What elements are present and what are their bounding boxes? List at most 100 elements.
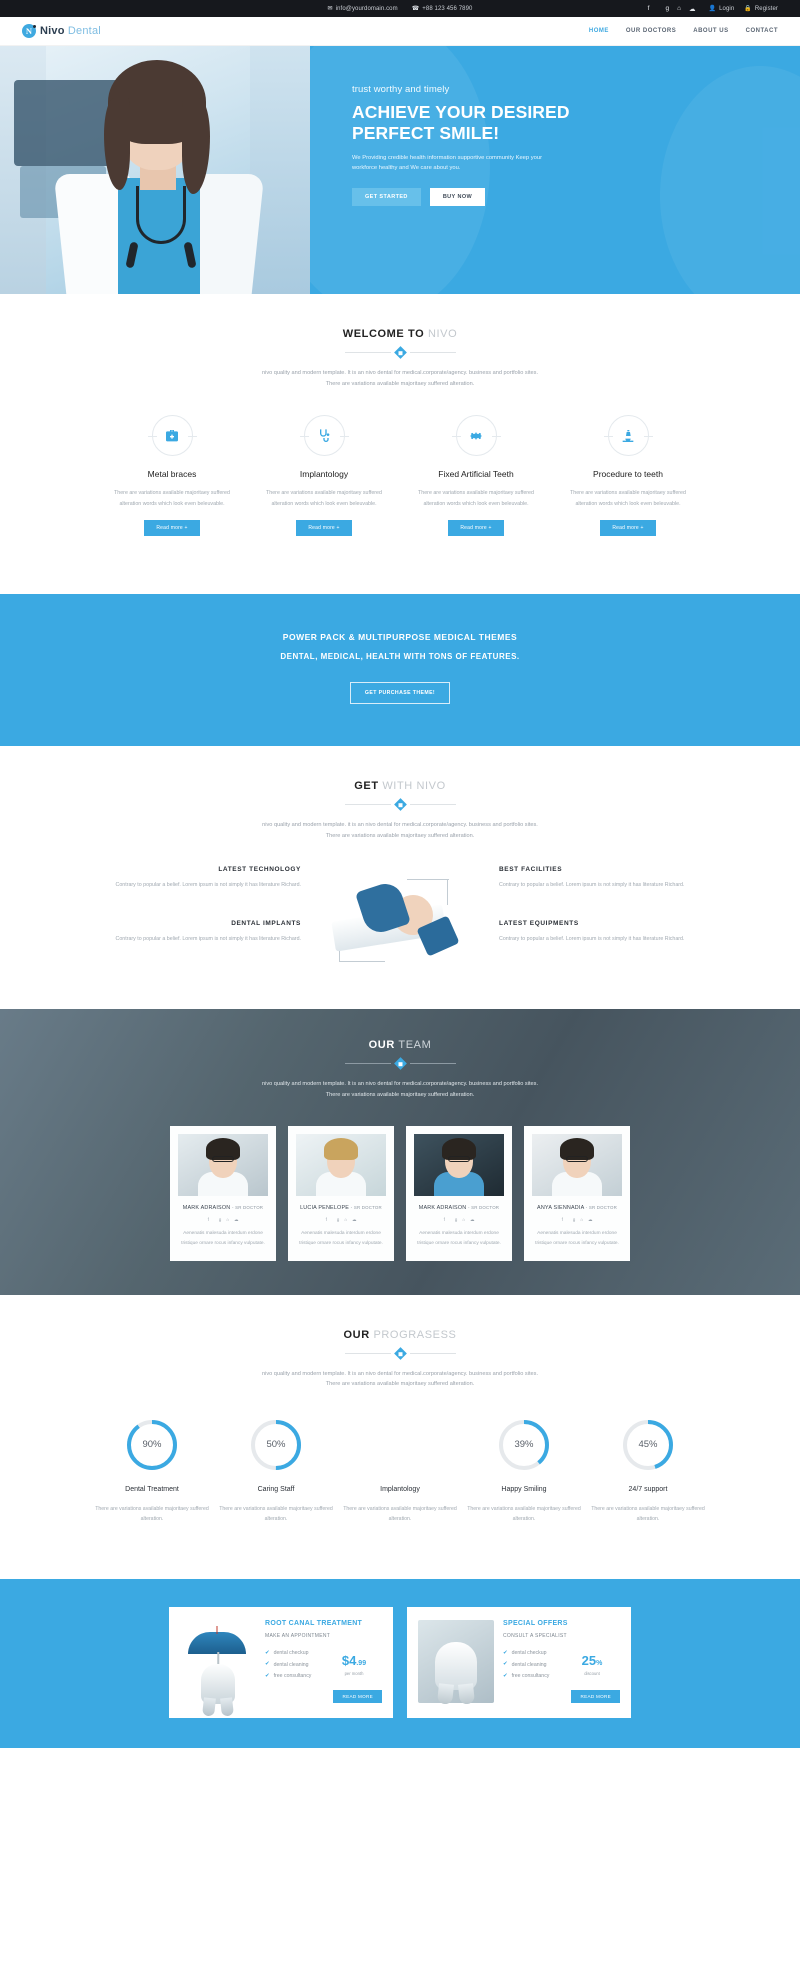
divider-diamond-icon: [393, 346, 407, 359]
discount-value: 25: [581, 1652, 597, 1668]
service-desc: There are variations available majoritae…: [570, 490, 686, 507]
pricing-feature-label: dental checkup: [511, 1649, 547, 1656]
rss-icon[interactable]: ☁: [470, 1217, 474, 1223]
team-member-card[interactable]: MARK ADRAISON - SR DOCTOR f 𝅴 g ⌂ ☁ Aene…: [406, 1126, 512, 1261]
rss-icon[interactable]: ☁: [352, 1217, 356, 1223]
progress-title-light: PROGRASESS: [373, 1328, 457, 1341]
progress-title: OUR PROGRASESS: [0, 1329, 800, 1341]
team-inner: OUR TEAM nivo quality and modern templat…: [0, 1039, 800, 1261]
get-started-button[interactable]: GET STARTED: [352, 188, 421, 207]
phone-icon: ☎: [411, 6, 420, 12]
member-name: LUCIA PENELOPE: [300, 1205, 350, 1212]
service-read-more-button[interactable]: Read more +: [448, 519, 504, 536]
pricing-read-more-button[interactable]: READ MORE: [333, 1690, 382, 1704]
progress-value: 90%: [142, 1439, 162, 1451]
rss-icon[interactable]: ☁: [234, 1217, 238, 1223]
getwith-subtitle-line2: There are variations available majoritae…: [325, 832, 475, 839]
member-photo: [178, 1134, 268, 1197]
linkedin-icon[interactable]: ⌂: [344, 1217, 347, 1223]
contact-phone[interactable]: ☎ +88 123 456 7890: [411, 5, 473, 13]
pricing-row: ✔ dental checkup ✔ dental cleaning ✔ fre…: [265, 1648, 382, 1683]
team-member-card[interactable]: MARK ADRAISON - SR DOCTOR f 𝅴 g ⌂ ☁ Aene…: [170, 1126, 276, 1261]
team-member-card[interactable]: LUCIA PENELOPE - SR DOCTOR f 𝅴 g ⌂ ☁ Aen…: [288, 1126, 394, 1261]
getwith-title: GET WITH NIVO: [0, 780, 800, 792]
service-read-more-button[interactable]: Read more +: [600, 519, 656, 536]
feature-scanner-image: [315, 865, 485, 975]
welcome-title: WELCOME TO NIVO: [0, 328, 800, 340]
glasses-icon: [448, 1156, 470, 1163]
top-bar: ✉ info@yourdomain.com ☎ +88 123 456 7890…: [0, 0, 800, 17]
getwith-title-light: WITH NIVO: [382, 779, 446, 792]
section-divider: [0, 1057, 800, 1071]
linkedin-icon[interactable]: ⌂: [677, 5, 681, 12]
google-plus-icon[interactable]: g: [665, 5, 669, 12]
contact-phone-text: +88 123 456 7890: [422, 5, 473, 12]
divider-line-left: [344, 352, 391, 353]
progress-grid: 90% Dental Treatment There are variations …: [0, 1418, 800, 1525]
nav-item-our-doctors[interactable]: OUR DOCTORS: [626, 28, 676, 34]
facebook-icon[interactable]: f: [648, 5, 650, 12]
team-title-light: TEAM: [398, 1039, 432, 1052]
pricing-amount: $4.99 per month: [326, 1648, 382, 1676]
contact-email-text: info@yourdomain.com: [335, 5, 398, 12]
register-link[interactable]: 🔒 Register: [744, 5, 778, 13]
progress-circle: 39%: [497, 1418, 551, 1472]
member-photo: [532, 1134, 622, 1197]
pricing-read-more-button[interactable]: READ MORE: [571, 1690, 620, 1704]
google-plus-icon[interactable]: g: [455, 1217, 457, 1223]
logo-mark-icon: N: [22, 24, 36, 38]
nav-item-contact[interactable]: CONTACT: [746, 28, 778, 34]
member-name-row: LUCIA PENELOPE - SR DOCTOR: [296, 1205, 386, 1211]
services-grid: Metal braces There are variations availa…: [0, 415, 800, 536]
buy-now-button[interactable]: BUY NOW: [429, 188, 486, 207]
team-section: OUR TEAM nivo quality and modern templat…: [0, 1009, 800, 1295]
cta-band: POWER PACK & MULTIPURPOSE MEDICAL THEMES…: [0, 593, 800, 746]
facebook-icon[interactable]: f: [208, 1217, 209, 1223]
rss-icon[interactable]: ☁: [588, 1217, 592, 1223]
google-plus-icon[interactable]: g: [573, 1217, 575, 1223]
hero-image-doctor: [0, 46, 310, 294]
welcome-subtitle-line2: There are variations available majoritae…: [325, 380, 475, 387]
envelope-icon: ✉: [327, 6, 333, 12]
auth-links: 👤 Login 🔒 Register: [709, 5, 779, 13]
hero-paragraph: We Providing credible health information…: [352, 155, 542, 172]
features-wrap: LATEST TECHNOLOGY Contrary to popular a …: [0, 865, 800, 975]
feature-title: DENTAL IMPLANTS: [231, 920, 301, 928]
linkedin-icon[interactable]: ⌂: [580, 1217, 583, 1223]
google-plus-icon[interactable]: g: [219, 1217, 221, 1223]
progress-item: 50% Caring Staff There are variations avai…: [218, 1418, 334, 1525]
contact-email[interactable]: ✉ info@yourdomain.com: [327, 5, 398, 13]
welcome-section: WELCOME TO NIVO nivo quality and modern …: [0, 294, 800, 570]
progress-item: 45% 24/7 support There are variations avai…: [590, 1418, 706, 1525]
nav-item-about-us[interactable]: ABOUT US: [693, 28, 728, 34]
linkedin-icon[interactable]: ⌂: [226, 1217, 229, 1223]
member-bio: Aenenatis malesuda interdum erdone trist…: [299, 1231, 383, 1246]
section-divider: [0, 798, 800, 811]
facebook-icon[interactable]: f: [326, 1217, 327, 1223]
rss-icon[interactable]: ☁: [689, 5, 696, 13]
progress-desc: There are variations available majoritae…: [467, 1505, 581, 1523]
login-link[interactable]: 👤 Login: [709, 5, 735, 13]
get-purchase-theme-button[interactable]: GET PURCHASE THEME!: [349, 681, 451, 704]
service-title: Metal braces: [147, 469, 197, 480]
member-name-row: MARK ADRAISON - SR DOCTOR: [178, 1205, 268, 1211]
site-logo[interactable]: N Nivo Dental: [22, 24, 101, 38]
linkedin-icon[interactable]: ⌂: [462, 1217, 465, 1223]
team-subtitle: nivo quality and modern template. It is …: [0, 1079, 800, 1100]
pricing-feature-label: dental cleaning: [511, 1661, 547, 1668]
facebook-icon[interactable]: f: [444, 1217, 445, 1223]
nav-item-home[interactable]: HOME: [589, 28, 609, 34]
pricing-feature-item: ✔ dental cleaning: [503, 1659, 554, 1671]
team-member-card[interactable]: ANYA SIENNADIA - SR DOCTOR f 𝅴 g ⌂ ☁ Aen…: [524, 1126, 630, 1261]
welcome-title-bold: WELCOME TO: [342, 328, 425, 340]
member-social: f 𝅴 g ⌂ ☁: [296, 1217, 386, 1223]
google-plus-icon[interactable]: g: [337, 1217, 339, 1223]
facebook-icon[interactable]: f: [562, 1217, 563, 1223]
team-grid: MARK ADRAISON - SR DOCTOR f 𝅴 g ⌂ ☁ Aene…: [0, 1126, 800, 1261]
progress-item: 39% Happy Smiling There are variations ava…: [466, 1418, 582, 1525]
feature-desc: Contrary to popular a belief. Lorem ipsu…: [115, 936, 301, 943]
service-read-more-button[interactable]: Read more +: [144, 519, 200, 536]
progress-desc: There are variations available majoritae…: [591, 1505, 705, 1523]
progress-title-bold: OUR: [343, 1328, 370, 1341]
service-read-more-button[interactable]: Read more +: [296, 519, 352, 536]
